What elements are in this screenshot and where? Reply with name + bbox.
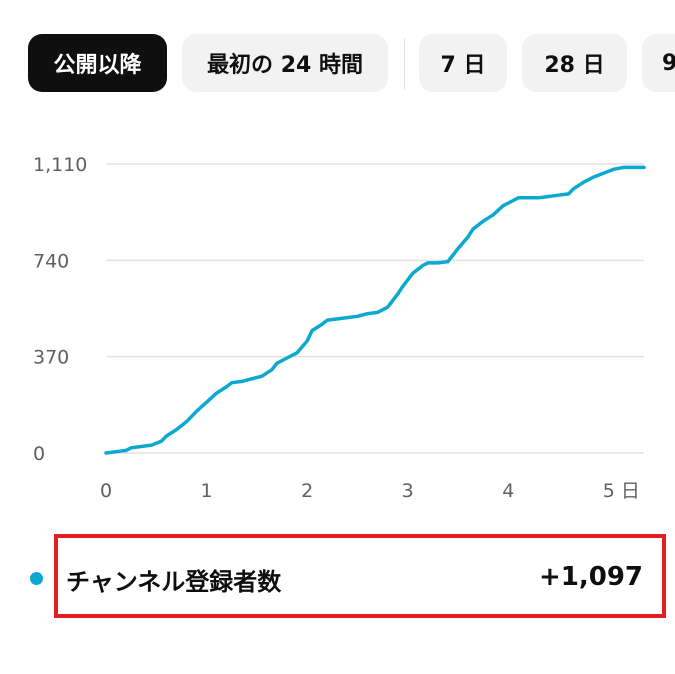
y-tick-label: 370 bbox=[33, 347, 69, 369]
filter-chip-90-days[interactable]: 9 bbox=[642, 34, 675, 92]
y-axis-tick-labels: 0 370 740 1,110 bbox=[33, 154, 87, 465]
legend-label: チャンネル登録者数 bbox=[66, 568, 282, 596]
x-tick-label: 1 bbox=[201, 480, 213, 502]
legend-row-subscribers[interactable]: チャンネル登録者数 +1,097 bbox=[24, 532, 669, 622]
filter-divider bbox=[404, 38, 405, 90]
y-tick-label: 740 bbox=[33, 250, 69, 272]
filter-chip-7-days[interactable]: 7 日 bbox=[419, 34, 507, 92]
subscribers-line-chart: 0 370 740 1,110 0 1 2 3 4 5 日 bbox=[33, 154, 646, 502]
filter-chip-since-published[interactable]: 公開以降 bbox=[28, 34, 167, 92]
x-axis-tick-labels: 0 1 2 3 4 5 日 bbox=[100, 480, 640, 502]
x-tick-label: 0 bbox=[100, 480, 112, 502]
y-tick-label: 1,110 bbox=[33, 154, 87, 176]
filter-chip-first-24-hours[interactable]: 最初の 24 時間 bbox=[182, 34, 388, 92]
x-tick-label: 3 bbox=[402, 480, 414, 502]
x-tick-label: 4 bbox=[502, 480, 514, 502]
filter-chip-28-days[interactable]: 28 日 bbox=[522, 34, 627, 92]
series-line-0 bbox=[104, 165, 646, 455]
x-tick-label: 5 日 bbox=[603, 480, 640, 502]
series-color-dot bbox=[30, 572, 43, 585]
time-range-filter-bar: 公開以降 最初の 24 時間 7 日 28 日 9 bbox=[0, 0, 675, 126]
y-tick-label: 0 bbox=[33, 443, 45, 465]
chart-gridlines bbox=[106, 163, 644, 454]
x-tick-label: 2 bbox=[301, 480, 313, 502]
chart-series bbox=[104, 165, 646, 455]
legend-value: +1,097 bbox=[538, 562, 643, 592]
